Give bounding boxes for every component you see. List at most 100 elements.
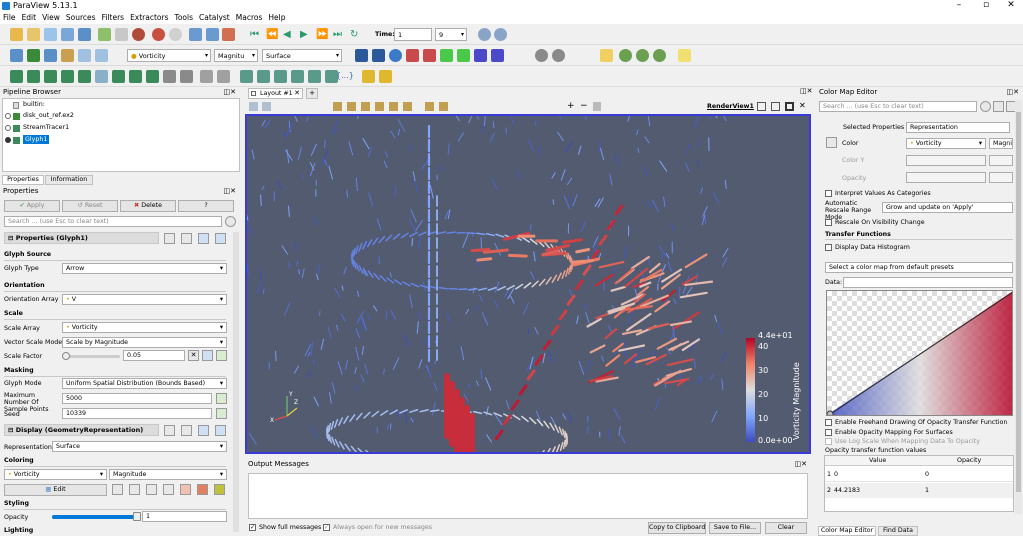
contour-icon[interactable] <box>27 70 40 83</box>
component-combo[interactable]: Magnitu ▾ <box>214 49 258 62</box>
close-view-icon[interactable]: ✕ <box>799 101 806 110</box>
ruler-icon[interactable] <box>362 70 375 83</box>
glyph-icon[interactable] <box>112 70 125 83</box>
properties-scrollbar[interactable] <box>233 232 239 532</box>
rotate-90-icon[interactable] <box>535 49 548 62</box>
cme-color-array-select[interactable]: • Vorticity ▾ <box>906 138 986 149</box>
opacity-transfer-editor[interactable] <box>826 290 1013 416</box>
display-histogram-checkbox[interactable] <box>825 244 832 251</box>
loop-icon[interactable]: ↻ <box>350 29 358 40</box>
histogram-icon[interactable] <box>257 70 270 83</box>
select-surface-cells-icon[interactable] <box>347 102 356 111</box>
save-defaults-icon[interactable] <box>215 425 226 436</box>
stream-tracer-icon[interactable] <box>129 70 142 83</box>
pipeline-item-glyph1[interactable]: Glyph1 <box>5 135 73 146</box>
slice-icon[interactable] <box>61 70 74 83</box>
plot-data-icon[interactable] <box>308 70 321 83</box>
cme-color-y-component[interactable] <box>989 155 1013 166</box>
set-view-direction-y-icon[interactable] <box>440 49 453 62</box>
render-view[interactable]: X Y Z 4.4e+01 40 30 20 10 0.0e+00 Vortic… <box>245 114 811 454</box>
hover-cells-icon[interactable] <box>425 102 434 111</box>
open-recent-icon[interactable] <box>27 28 40 41</box>
pipeline-item-disk-out-ref[interactable]: disk_out_ref.ex2 <box>5 111 113 122</box>
cme-gear-icon[interactable] <box>980 101 991 112</box>
output-messages-area[interactable] <box>248 473 808 519</box>
time-step-spinbox[interactable]: 9 ▾ <box>435 28 467 41</box>
camera-redo-icon[interactable] <box>206 28 219 41</box>
grow-selection-icon[interactable]: + <box>567 101 575 111</box>
use-separate-colormap-icon[interactable] <box>112 484 123 495</box>
menu-help[interactable]: Help <box>265 12 288 23</box>
lookmark-icon[interactable] <box>27 49 40 62</box>
camera-parallel-icon[interactable] <box>262 102 271 111</box>
integrate-variables-icon[interactable] <box>274 70 287 83</box>
reset-camera-icon[interactable] <box>355 49 368 62</box>
rescale-range-icon[interactable] <box>129 484 140 495</box>
float-close-icon[interactable]: ◫✕ <box>800 87 812 95</box>
select-frustum-points-icon[interactable] <box>361 102 370 111</box>
eye-icon[interactable] <box>5 113 11 119</box>
glyph-scene[interactable]: X Y Z <box>247 116 809 452</box>
slider-handle[interactable] <box>133 512 141 521</box>
rotate-neg90-icon[interactable] <box>552 49 565 62</box>
copy-icon[interactable] <box>164 233 175 244</box>
split-horizontal-icon[interactable] <box>757 102 766 111</box>
extract-block-icon[interactable] <box>200 70 213 83</box>
show-full-messages-checkbox[interactable]: ✓ <box>249 524 256 531</box>
disconnect-icon[interactable] <box>115 28 128 41</box>
reload-icon[interactable] <box>198 425 209 436</box>
select-cells-icon[interactable] <box>636 49 649 62</box>
save-defaults-icon[interactable] <box>215 233 226 244</box>
warp-vector-icon[interactable] <box>146 70 159 83</box>
auto-rescale-select[interactable]: Grow and update on 'Apply' <box>882 202 1013 213</box>
layout-tab[interactable]: Layout #1 ✕ <box>248 88 303 99</box>
rescale-visible-icon[interactable] <box>180 484 191 495</box>
close-button[interactable]: ✕ <box>1000 0 1022 10</box>
representation-combo[interactable]: Surface ▾ <box>262 49 342 62</box>
reload-icon[interactable] <box>198 233 209 244</box>
scale-factor-slider[interactable] <box>62 352 120 360</box>
freehand-checkbox[interactable] <box>825 419 832 426</box>
select-polygon-icon[interactable] <box>389 102 398 111</box>
cme-search-input[interactable]: Search ... (use Esc to clear text) <box>819 101 977 112</box>
add-layout-tab[interactable]: + <box>306 88 318 99</box>
eye-icon[interactable] <box>5 125 11 131</box>
orientation-array-select[interactable]: • V ▾ <box>62 294 227 305</box>
glyph-mode-select[interactable]: Uniform Spatial Distribution (Bounds Bas… <box>62 378 227 389</box>
save-data-icon[interactable] <box>44 28 57 41</box>
clip-icon[interactable] <box>44 70 57 83</box>
rescale-temporal-icon[interactable] <box>163 484 174 495</box>
color-legend[interactable]: 4.4e+01 40 30 20 10 0.0e+00 Vorticity Ma… <box>742 330 809 452</box>
shrink-selection-icon[interactable]: − <box>580 101 588 111</box>
rescale-custom-range-icon[interactable] <box>146 484 157 495</box>
hover-points-icon[interactable] <box>678 49 691 62</box>
menu-view[interactable]: View <box>39 12 63 23</box>
opacity-function-plot[interactable] <box>827 291 1013 416</box>
opacity-surfaces-checkbox[interactable] <box>825 429 832 436</box>
advanced-gear-icon[interactable] <box>225 216 236 227</box>
menu-extractors[interactable]: Extractors <box>127 12 171 23</box>
rescale-custom-icon[interactable] <box>95 49 108 62</box>
copy-icon[interactable] <box>164 425 175 436</box>
menu-macros[interactable]: Macros <box>233 12 266 23</box>
select-interactive-icon[interactable] <box>403 102 412 111</box>
reset-camera-closest-icon[interactable] <box>372 49 385 62</box>
scale-factor-reset-icon[interactable] <box>202 350 213 361</box>
set-view-direction-z-icon[interactable] <box>474 49 487 62</box>
python-calculator-icon[interactable] <box>291 70 304 83</box>
surface-vectors-icon[interactable] <box>217 70 230 83</box>
edit-colormap-icon[interactable] <box>44 49 57 62</box>
panel-float-close-icon[interactable]: ◫✕ <box>795 460 807 468</box>
set-view-direction-neg-z-icon[interactable] <box>491 49 504 62</box>
coloring-array-select[interactable]: • Vorticity ▾ <box>4 469 107 480</box>
minimize-button[interactable]: – <box>948 0 970 10</box>
tab-color-map-editor[interactable]: Color Map Editor <box>818 526 876 536</box>
scale-factor-clear-icon[interactable]: ✕ <box>188 350 199 361</box>
help-button[interactable]: ? <box>178 200 234 212</box>
camera-undo-icon[interactable] <box>189 28 202 41</box>
vector-scale-mode-select[interactable]: Scale by Magnitude ▾ <box>62 337 227 348</box>
close-icon[interactable]: ✕ <box>294 89 300 97</box>
always-open-checkbox[interactable]: ✓ <box>323 524 330 531</box>
scale-factor-input[interactable]: 0.05 <box>123 350 185 361</box>
select-points-icon[interactable] <box>619 49 632 62</box>
